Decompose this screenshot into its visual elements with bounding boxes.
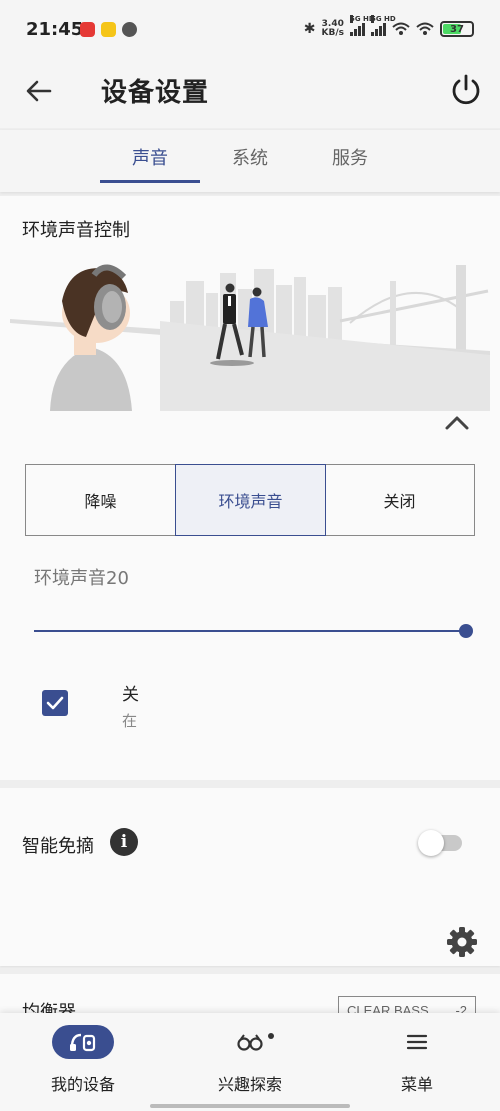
status-time: 21:45 [26, 19, 84, 40]
tab-bar: 声音 系统 服务 [0, 130, 500, 192]
bili-app-icon [101, 22, 116, 37]
network-speed: 3.40 KB/s [322, 20, 344, 38]
ambient-mode-selector: 降噪 环境声音 关闭 [25, 464, 475, 536]
power-icon[interactable] [448, 72, 484, 108]
nav-my-device-icon-pill [52, 1025, 114, 1059]
tab-service[interactable]: 服务 [300, 144, 400, 170]
ambient-illustration [10, 264, 490, 411]
focus-voice-checkbox[interactable] [42, 690, 68, 716]
app-bar: 设备设置 [0, 60, 500, 128]
collapse-chevron-up-icon[interactable] [440, 410, 474, 436]
tab-system[interactable]: 系统 [200, 144, 300, 170]
notification-icons [80, 22, 137, 37]
battery-icon: 37 [440, 21, 474, 37]
hamburger-menu-icon [406, 1034, 428, 1050]
gear-icon[interactable] [446, 926, 478, 958]
wifi-calling-icon [392, 22, 410, 35]
home-indicator [150, 1104, 350, 1108]
network-speed-unit: KB/s [321, 28, 344, 38]
tab-sound[interactable]: 声音 [100, 144, 200, 170]
mode-ambient-button[interactable]: 环境声音 [175, 464, 326, 536]
explore-notification-dot [268, 1033, 274, 1039]
nav-explore-label: 兴趣探索 [217, 1075, 282, 1094]
checkbox-subtitle: 在 [122, 712, 138, 730]
info-icon[interactable]: i [110, 828, 138, 856]
nav-explore[interactable]: 兴趣探索 [167, 1013, 333, 1111]
ambient-sound-title: 环境声音控制 [22, 220, 130, 241]
ambient-level-slider[interactable] [34, 624, 473, 638]
nav-menu-icon-wrap [386, 1025, 448, 1059]
bluetooth-icon: ✱ [303, 21, 316, 37]
nav-explore-icon-wrap [219, 1025, 281, 1059]
signal-sim1-icon: 5G HD [350, 15, 375, 36]
slider-thumb[interactable] [459, 624, 473, 638]
binoculars-icon [237, 1034, 263, 1051]
tab-active-indicator [100, 180, 200, 183]
wifi-icon [416, 22, 434, 35]
checkmark-icon [46, 696, 64, 710]
nav-menu-label: 菜单 [400, 1075, 433, 1094]
auto-pause-toggle[interactable] [418, 830, 464, 856]
nav-menu[interactable]: 菜单 [334, 1013, 500, 1111]
ambient-sound-card: 环境声音控制 降噪 环境声音 关闭 环境声音20 关 在 [0, 196, 500, 780]
signal-sim2-icon: 5G HD [371, 15, 396, 36]
mode-noise-cancel-button[interactable]: 降噪 [26, 465, 176, 535]
nav-my-device[interactable]: 我的设备 [0, 1013, 166, 1111]
back-arrow-icon[interactable] [22, 74, 56, 108]
bottom-nav: 我的设备 兴趣探索 菜单 [0, 1013, 500, 1111]
auto-pause-title: 智能免摘 [22, 836, 94, 857]
headphones-device-icon [70, 1033, 96, 1052]
music-app-icon [80, 22, 95, 37]
nav-my-device-label: 我的设备 [50, 1075, 115, 1094]
status-bar: 21:45 ✱ 3.40 KB/s 5G HD 5G HD 37 [0, 0, 500, 60]
mode-off-button[interactable]: 关闭 [325, 465, 474, 535]
sim1-label: 5G HD [350, 15, 375, 23]
battery-level: 37 [450, 23, 464, 35]
auto-pause-card: 智能免摘 i [0, 788, 500, 966]
status-right: ✱ 3.40 KB/s 5G HD 5G HD 37 [303, 15, 474, 38]
checkbox-title: 关 [122, 685, 139, 705]
sync-icon [122, 22, 137, 37]
page-title: 设备设置 [101, 78, 210, 108]
ambient-level-label: 环境声音20 [34, 568, 129, 589]
toggle-knob [418, 830, 444, 856]
sim2-label: 5G HD [371, 15, 396, 23]
